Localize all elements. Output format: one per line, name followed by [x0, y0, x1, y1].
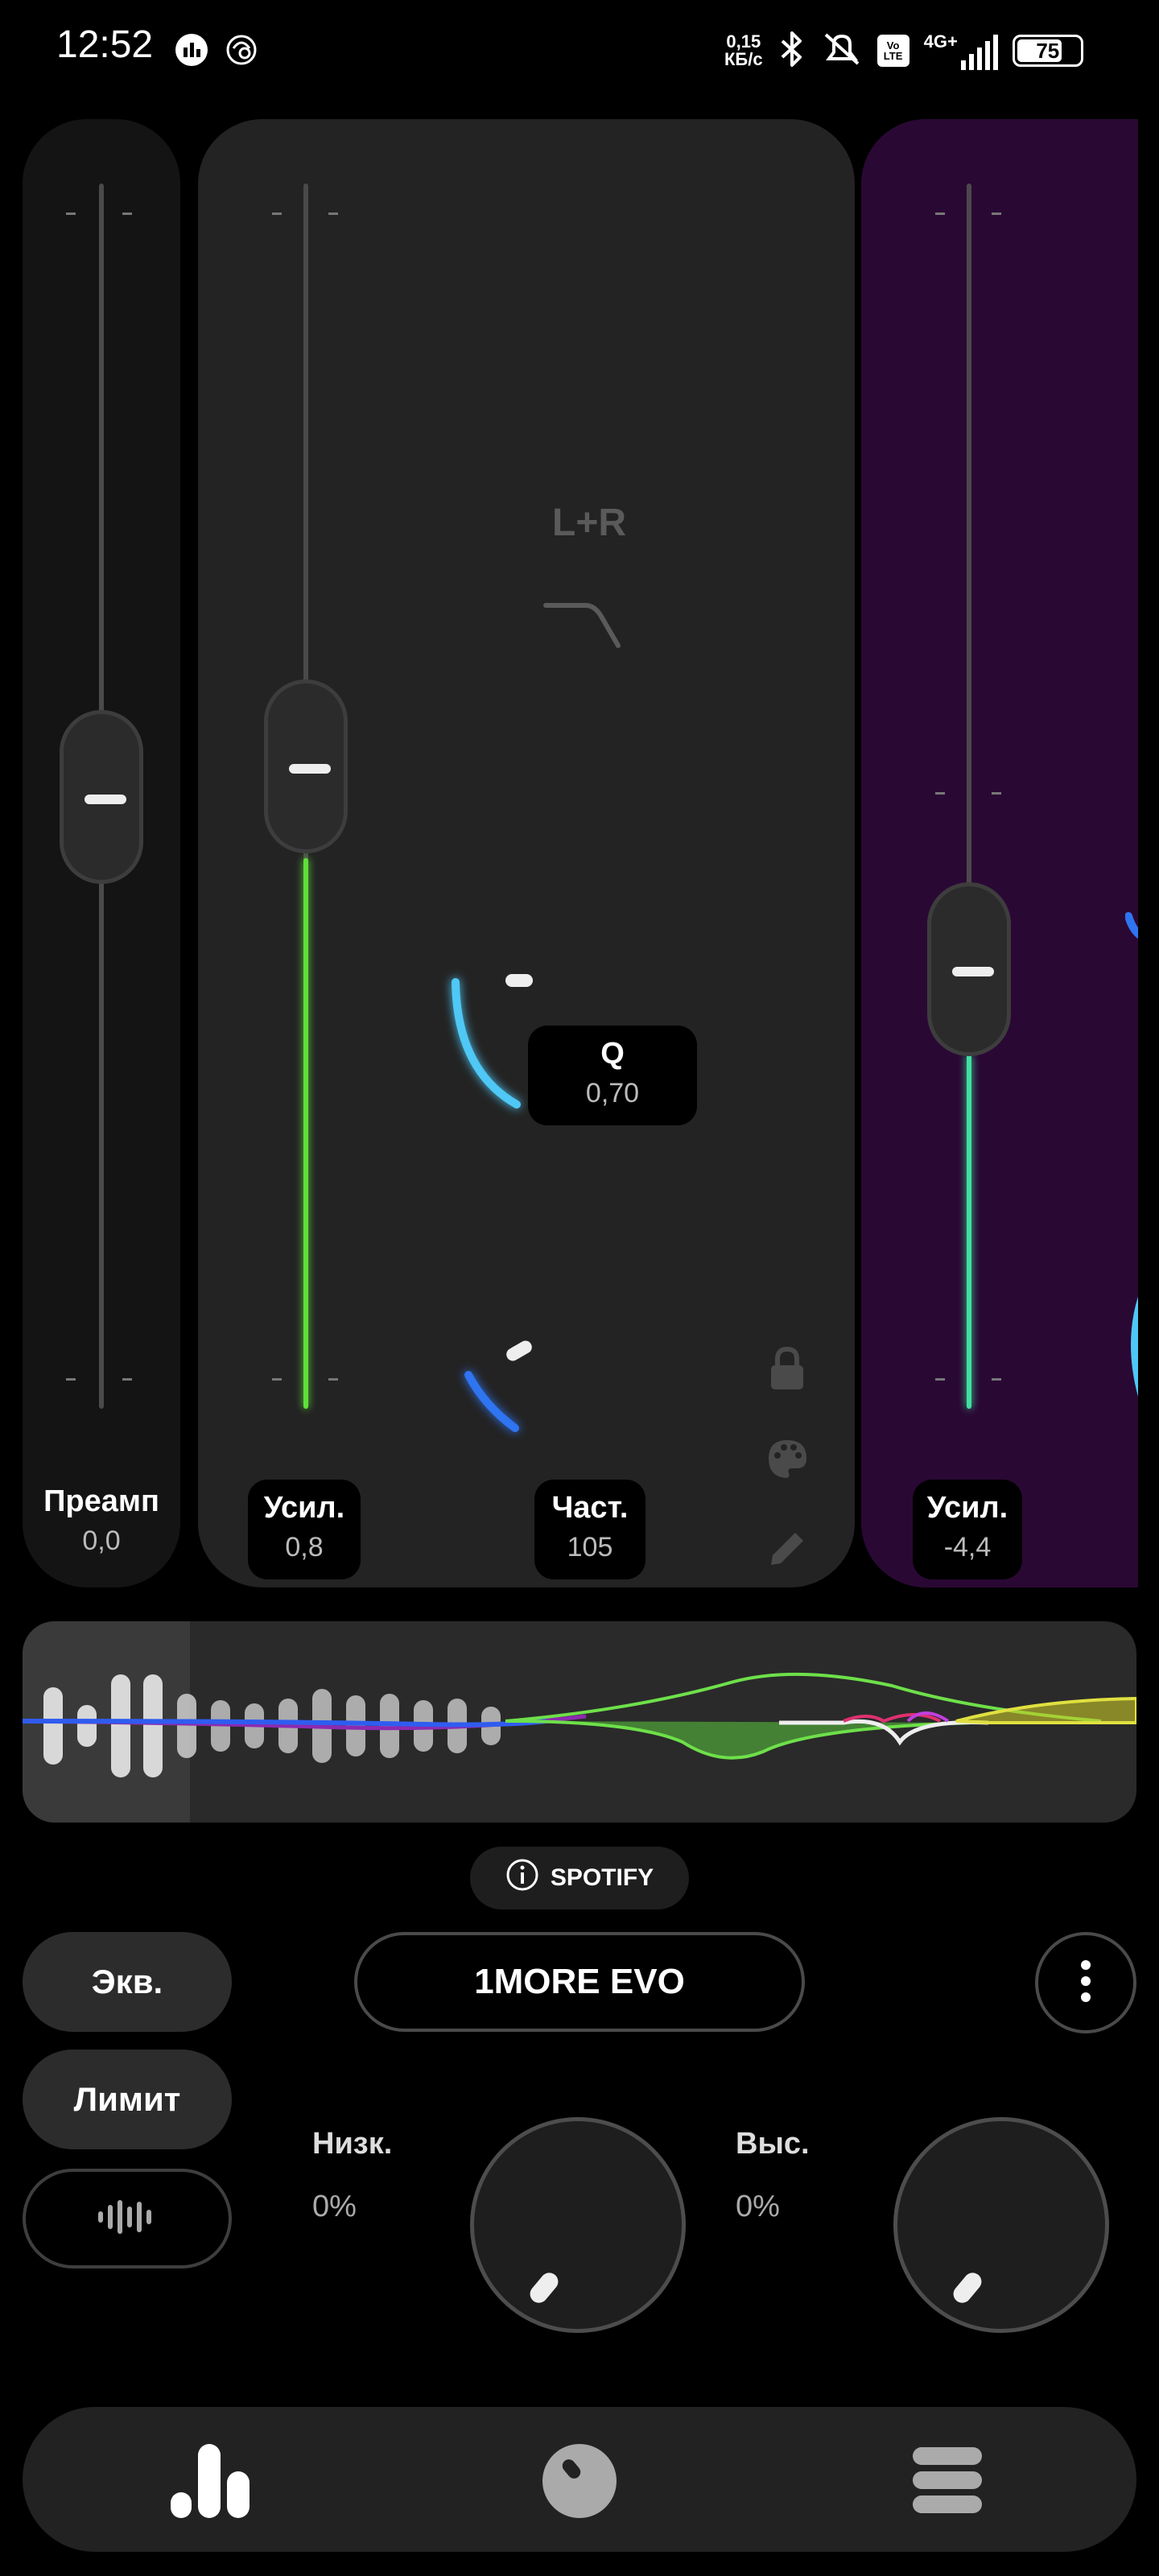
more-options-button[interactable] [1035, 1932, 1136, 2033]
band1-gain-slider-thumb[interactable] [264, 679, 348, 853]
device-button[interactable]: 1MORE EVO [354, 1932, 805, 2032]
band1-freq-readout[interactable]: Част. 105 [534, 1480, 645, 1579]
equalizer-app-icon [175, 34, 208, 66]
band2-q-arc[interactable] [1124, 908, 1138, 960]
info-icon [505, 1858, 539, 1898]
preamp-slider-thumb[interactable] [60, 710, 143, 884]
freq-value: 105 [567, 1532, 613, 1563]
tick [272, 213, 282, 215]
bass-knob[interactable] [470, 2117, 686, 2333]
tick [935, 792, 945, 795]
bluetooth-icon [777, 30, 806, 72]
pencil-icon[interactable] [763, 1525, 811, 1573]
low-shelf-filter-icon[interactable] [542, 599, 623, 659]
band2-gain-fill [967, 1055, 971, 1409]
band2-gain-slider-thumb[interactable] [927, 882, 1011, 1056]
band1-gain-fill [303, 858, 308, 1409]
status-time: 12:52 [56, 23, 154, 66]
spectrum-toggle-button[interactable] [23, 2169, 232, 2268]
tick [272, 1378, 282, 1381]
source-chip[interactable]: SPOTIFY [470, 1847, 689, 1909]
tick [992, 1378, 1001, 1381]
response-curves [23, 1672, 1136, 1777]
net-speed: 0,15 КБ/с [724, 31, 763, 69]
equalizer-tab-icon[interactable] [169, 2438, 253, 2525]
chrome-like-icon [224, 32, 259, 68]
knob-indicator [950, 2268, 985, 2307]
tick [122, 1378, 132, 1381]
bottom-nav [23, 2407, 1136, 2552]
channel-label[interactable]: L+R [552, 501, 626, 545]
waveform-icon [97, 2197, 158, 2241]
knob-tab-icon[interactable] [541, 2442, 618, 2524]
bass-label: Низк. [312, 2127, 393, 2161]
treble-value: 0% [736, 2190, 780, 2223]
tick [935, 213, 945, 215]
band1-gain-value: 0,8 [285, 1532, 324, 1563]
mute-icon [821, 30, 863, 72]
tick [66, 213, 76, 215]
bass-value: 0% [312, 2190, 357, 2223]
frequency-response-graph[interactable] [23, 1621, 1136, 1823]
knob-indicator [526, 2268, 562, 2307]
band1-gain-label: Усил. [263, 1491, 345, 1525]
q-value: 0,70 [585, 1078, 640, 1108]
freq-label: Част. [551, 1491, 629, 1525]
menu-tab-icon[interactable] [911, 2446, 984, 2519]
band2-gain-readout[interactable]: Усил. -4,4 [913, 1480, 1022, 1579]
band2-gain-value: -4,4 [943, 1532, 992, 1563]
tick [328, 213, 338, 215]
band2-panel-clip: Усил. -4,4 [861, 119, 1138, 1587]
tick [992, 792, 1001, 795]
preamp-panel: Преамп 0,0 [23, 119, 180, 1587]
band1-panel: L+R Q 0,70 Усил. 0,8 Част. 105 [198, 119, 855, 1587]
eq-button[interactable]: Экв. [23, 1932, 232, 2032]
band1-gain-readout[interactable]: Усил. 0,8 [248, 1480, 361, 1579]
treble-label: Выс. [736, 2127, 810, 2161]
battery-icon: 75 [1012, 35, 1083, 67]
signal-icon: 4G+ [924, 31, 998, 70]
treble-knob[interactable] [893, 2117, 1109, 2333]
limiter-button[interactable]: Лимит [23, 2050, 232, 2149]
tick [992, 213, 1001, 215]
source-label: SPOTIFY [550, 1864, 654, 1891]
more-options-icon [1080, 1959, 1091, 2007]
tick [66, 1378, 76, 1381]
preamp-readout: Преамп 0,0 [23, 1484, 180, 1557]
q-label: Q [600, 1037, 625, 1071]
tick [122, 213, 132, 215]
palette-icon[interactable] [763, 1435, 811, 1483]
q-readout[interactable]: Q 0,70 [528, 1026, 697, 1125]
tick [935, 1378, 945, 1381]
band2-freq-arc[interactable] [1111, 1278, 1138, 1443]
status-icons: 0,15 КБ/с Vo LTE 4G+ 75 [724, 23, 1083, 79]
band2-panel: Усил. -4,4 [861, 119, 1138, 1587]
tick [328, 1378, 338, 1381]
network-type: 4G+ [923, 31, 958, 52]
band2-gain-label: Усил. [926, 1491, 1008, 1525]
preamp-label: Преамп [43, 1484, 159, 1518]
freq-knob-arc[interactable] [452, 1325, 565, 1458]
preamp-value: 0,0 [82, 1525, 121, 1556]
volte-icon: Vo LTE [876, 35, 909, 67]
lock-icon[interactable] [763, 1344, 811, 1393]
